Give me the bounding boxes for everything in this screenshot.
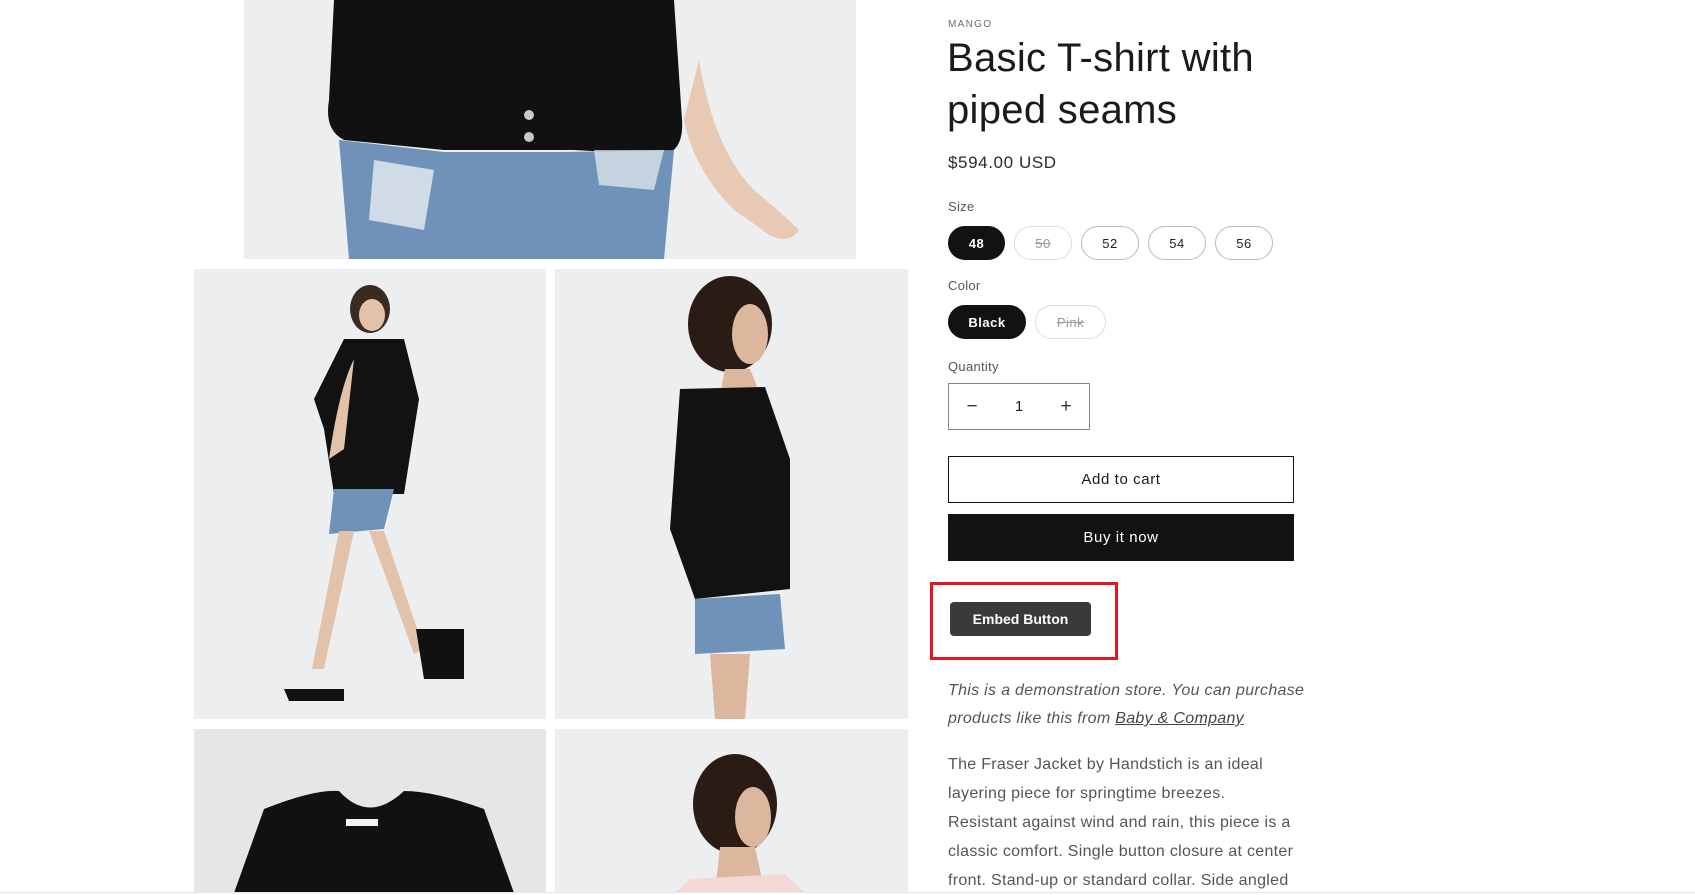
product-description: The Fraser Jacket by Handstich is an ide…: [948, 756, 1294, 889]
product-image-flat-lay[interactable]: [194, 729, 546, 893]
quantity-label: Quantity: [948, 359, 999, 374]
color-options: Black Pink: [948, 305, 1106, 339]
color-option-pink[interactable]: Pink: [1035, 305, 1106, 339]
size-option-52[interactable]: 52: [1081, 226, 1139, 260]
size-option-50[interactable]: 50: [1014, 226, 1072, 260]
size-option-48[interactable]: 48: [948, 226, 1005, 260]
product-image-side-view[interactable]: [555, 269, 908, 719]
product-title: Basic T-shirt with piped seams: [947, 36, 1254, 132]
quantity-stepper: − 1 +: [948, 383, 1090, 430]
increase-quantity-button[interactable]: +: [1043, 396, 1089, 418]
size-option-56[interactable]: 56: [1215, 226, 1273, 260]
product-price: $594.00 USD: [948, 153, 1057, 172]
embed-button[interactable]: Embed Button: [950, 602, 1091, 636]
color-label: Color: [948, 278, 981, 293]
decrease-quantity-button[interactable]: −: [949, 396, 995, 418]
product-image-full-body[interactable]: [194, 269, 546, 719]
demo-store-note: This is a demonstration store. You can p…: [948, 677, 1308, 733]
size-label: Size: [948, 199, 975, 214]
vendor-link[interactable]: Baby & Company: [1115, 710, 1244, 727]
size-options: 48 50 52 54 56: [948, 226, 1273, 260]
product-vendor: MANGO: [948, 19, 993, 30]
product-image-profile[interactable]: [555, 729, 908, 893]
size-option-54[interactable]: 54: [1148, 226, 1206, 260]
quantity-input[interactable]: 1: [995, 398, 1043, 415]
color-option-black[interactable]: Black: [948, 305, 1026, 339]
product-image-main[interactable]: [244, 0, 856, 259]
add-to-cart-button[interactable]: Add to cart: [948, 456, 1294, 503]
buy-now-button[interactable]: Buy it now: [948, 514, 1294, 561]
